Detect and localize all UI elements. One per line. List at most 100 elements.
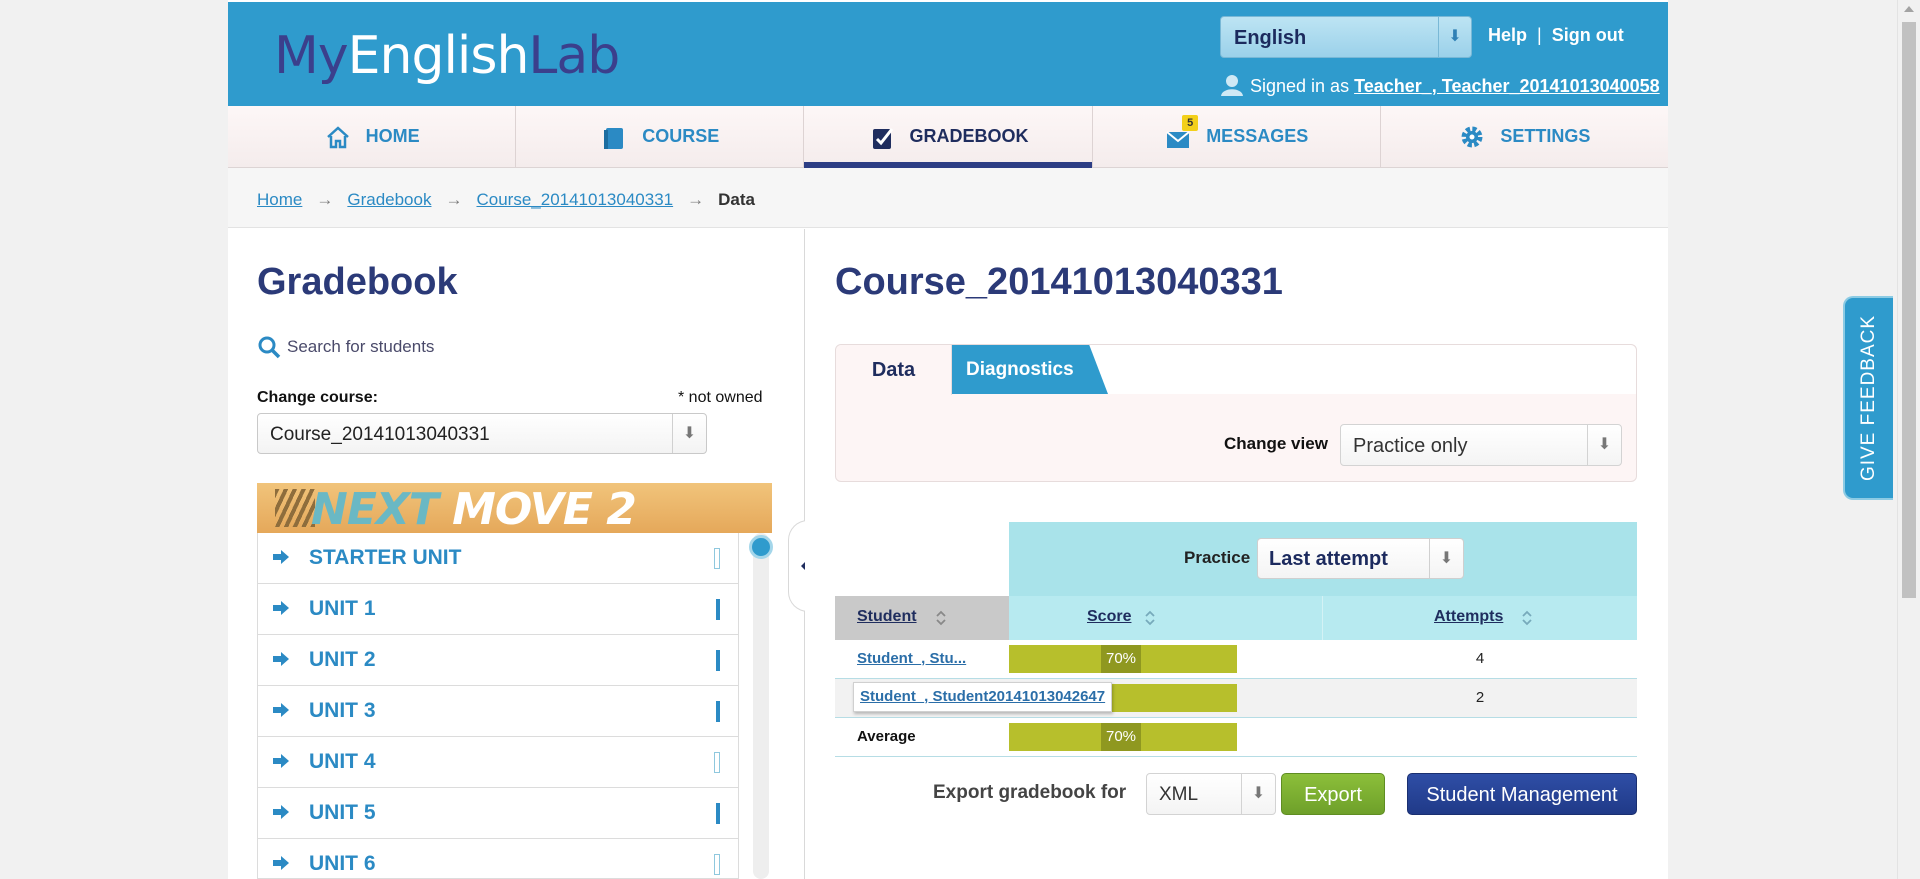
unit-list-scroll-thumb[interactable] bbox=[749, 535, 773, 559]
page: MyEnglishLab English ⬇ Help | Sign out Sig… bbox=[228, 0, 1668, 879]
nav-course[interactable]: COURSE bbox=[516, 106, 805, 167]
practice-label: Practice bbox=[1184, 548, 1251, 567]
export-format-value: XML bbox=[1159, 784, 1199, 805]
column-attempts[interactable]: Attempts bbox=[1323, 596, 1637, 640]
column-score[interactable]: Score bbox=[1009, 596, 1323, 640]
page-scroll-thumb[interactable] bbox=[1902, 22, 1916, 598]
unit-item[interactable]: UNIT 4 bbox=[258, 737, 738, 788]
help-link[interactable]: Help bbox=[1488, 25, 1527, 46]
gradebook-title: Gradebook bbox=[257, 261, 458, 303]
nav-gradebook[interactable]: GRADEBOOK bbox=[804, 106, 1093, 168]
export-format-select[interactable]: XML ⬇ bbox=[1146, 773, 1276, 815]
chevron-down-icon: ⬇ bbox=[1438, 17, 1471, 57]
unit-item[interactable]: STARTER UNIT bbox=[258, 533, 738, 584]
nav-home[interactable]: HOME bbox=[228, 106, 517, 167]
table-row: Student_, Student20141013042647 2 bbox=[835, 679, 1637, 718]
unit-progress-indicator bbox=[716, 701, 720, 722]
score-bar: 70% bbox=[1009, 645, 1237, 673]
practice-attempt-select[interactable]: Last attempt ⬇ bbox=[1257, 538, 1464, 579]
student-management-button[interactable]: Student Management bbox=[1407, 773, 1637, 815]
unit-progress-indicator bbox=[716, 650, 720, 671]
user-icon bbox=[1221, 75, 1243, 96]
give-feedback-button[interactable]: GIVE FEEDBACK bbox=[1843, 296, 1893, 500]
myenglishlab-logo[interactable]: MyEnglishLab bbox=[274, 26, 620, 86]
unit-label: UNIT 6 bbox=[309, 852, 376, 875]
not-owned-note: * not owned bbox=[678, 389, 763, 406]
table-row-average: Average 70% bbox=[835, 718, 1637, 757]
unit-item[interactable]: UNIT 1 bbox=[258, 584, 738, 635]
export-button[interactable]: Export bbox=[1281, 773, 1385, 815]
unit-label: UNIT 2 bbox=[309, 648, 376, 671]
arrow-right-icon bbox=[273, 805, 289, 819]
breadcrumb: Home → Gradebook → Course_20141013040331 → Dat… bbox=[228, 168, 1668, 228]
score-label: 70% bbox=[1101, 645, 1141, 673]
right-panel: Course_20141013040331 Data Diagnostics C… bbox=[805, 229, 1668, 879]
view-tabs-panel: Data Diagnostics Change view Practice on… bbox=[835, 344, 1637, 482]
unit-item[interactable]: UNIT 3 bbox=[258, 686, 738, 737]
unit-item[interactable]: UNIT 2 bbox=[258, 635, 738, 686]
gear-icon bbox=[1461, 126, 1483, 147]
home-icon bbox=[326, 125, 349, 148]
breadcrumb-current: Data bbox=[718, 190, 755, 209]
chevron-down-icon: ⬇ bbox=[1587, 425, 1621, 465]
score-bar: 70% bbox=[1009, 723, 1237, 751]
course-select[interactable]: Course_20141013040331 ⬇ bbox=[257, 413, 707, 454]
language-select[interactable]: English ⬇ bbox=[1220, 16, 1472, 58]
unit-progress-indicator bbox=[714, 752, 720, 773]
messages-count-badge: 5 bbox=[1182, 114, 1199, 131]
sort-icon bbox=[936, 610, 946, 626]
banner-title: NEXT MOVE 2 bbox=[311, 484, 637, 533]
breadcrumb-course[interactable]: Course_20141013040331 bbox=[476, 190, 673, 209]
arrow-right-icon bbox=[273, 601, 289, 615]
table-row: Student_, Stu... 70% 4 bbox=[835, 640, 1637, 679]
grade-table-header: Student Score Attempts bbox=[835, 596, 1637, 640]
tab-data[interactable]: Data bbox=[836, 345, 952, 395]
next-move-banner: NEXT MOVE 2 bbox=[257, 483, 772, 533]
unit-label: UNIT 1 bbox=[309, 597, 376, 620]
scroll-up-icon[interactable] bbox=[1904, 6, 1914, 12]
average-label: Average bbox=[857, 728, 916, 745]
nav-settings[interactable]: SETTINGS bbox=[1381, 106, 1668, 167]
course-title: Course_20141013040331 bbox=[835, 261, 1283, 303]
change-view-select[interactable]: Practice only ⬇ bbox=[1340, 424, 1622, 466]
search-students[interactable]: Search for students bbox=[257, 335, 434, 359]
unit-progress-indicator bbox=[716, 599, 720, 620]
chevron-down-icon: ⬇ bbox=[1241, 774, 1275, 814]
unit-progress-indicator bbox=[714, 548, 720, 569]
unit-item[interactable]: UNIT 5 bbox=[258, 788, 738, 839]
signout-link[interactable]: Sign out bbox=[1552, 25, 1624, 46]
practice-attempt-value: Last attempt bbox=[1269, 548, 1388, 570]
attempts-value: 4 bbox=[1475, 650, 1485, 667]
export-bar: Export gradebook for XML ⬇ Export Studen… bbox=[835, 772, 1637, 816]
search-icon bbox=[258, 336, 281, 359]
tab-diagnostics[interactable]: Diagnostics bbox=[952, 345, 1108, 394]
arrow-right-icon bbox=[273, 703, 289, 717]
chevron-down-icon: ⬇ bbox=[672, 414, 706, 453]
unit-label: UNIT 3 bbox=[309, 699, 376, 722]
student-name-link[interactable]: Student_, Student20141013042647 bbox=[853, 682, 1113, 712]
nav-messages[interactable]: 5 MESSAGES bbox=[1093, 106, 1381, 167]
search-label: Search for students bbox=[287, 337, 435, 356]
header: MyEnglishLab English ⬇ Help | Sign out Sig… bbox=[228, 2, 1668, 106]
breadcrumb-gradebook[interactable]: Gradebook bbox=[347, 190, 431, 209]
sort-icon bbox=[1522, 610, 1532, 626]
column-student[interactable]: Student bbox=[835, 596, 1009, 640]
gradebook-check-icon bbox=[872, 127, 893, 149]
chevron-down-icon: ⬇ bbox=[1429, 539, 1463, 578]
unit-progress-indicator bbox=[716, 803, 720, 824]
unit-label: STARTER UNIT bbox=[309, 546, 462, 569]
unit-label: UNIT 5 bbox=[309, 801, 376, 824]
arrow-right-icon bbox=[273, 754, 289, 768]
arrow-right-icon bbox=[273, 550, 289, 564]
breadcrumb-home[interactable]: Home bbox=[257, 190, 302, 209]
unit-item[interactable]: UNIT 6 bbox=[258, 839, 738, 878]
attempts-value: 2 bbox=[1475, 689, 1485, 706]
top-links: Help | Sign out bbox=[1488, 25, 1624, 46]
page-scrollbar[interactable] bbox=[1897, 0, 1920, 879]
unit-list-scrolltrack[interactable] bbox=[753, 533, 769, 879]
change-view-label: Change view bbox=[1224, 434, 1328, 453]
signed-in-user-link[interactable]: Teacher_, Teacher_20141013040058 bbox=[1354, 76, 1660, 96]
unit-list: STARTER UNIT UNIT 1 UNIT 2 UNIT 3 UNIT 4 UNIT… bbox=[257, 533, 739, 879]
book-icon bbox=[604, 127, 624, 149]
student-name-link[interactable]: Student_, Stu... bbox=[857, 650, 966, 667]
